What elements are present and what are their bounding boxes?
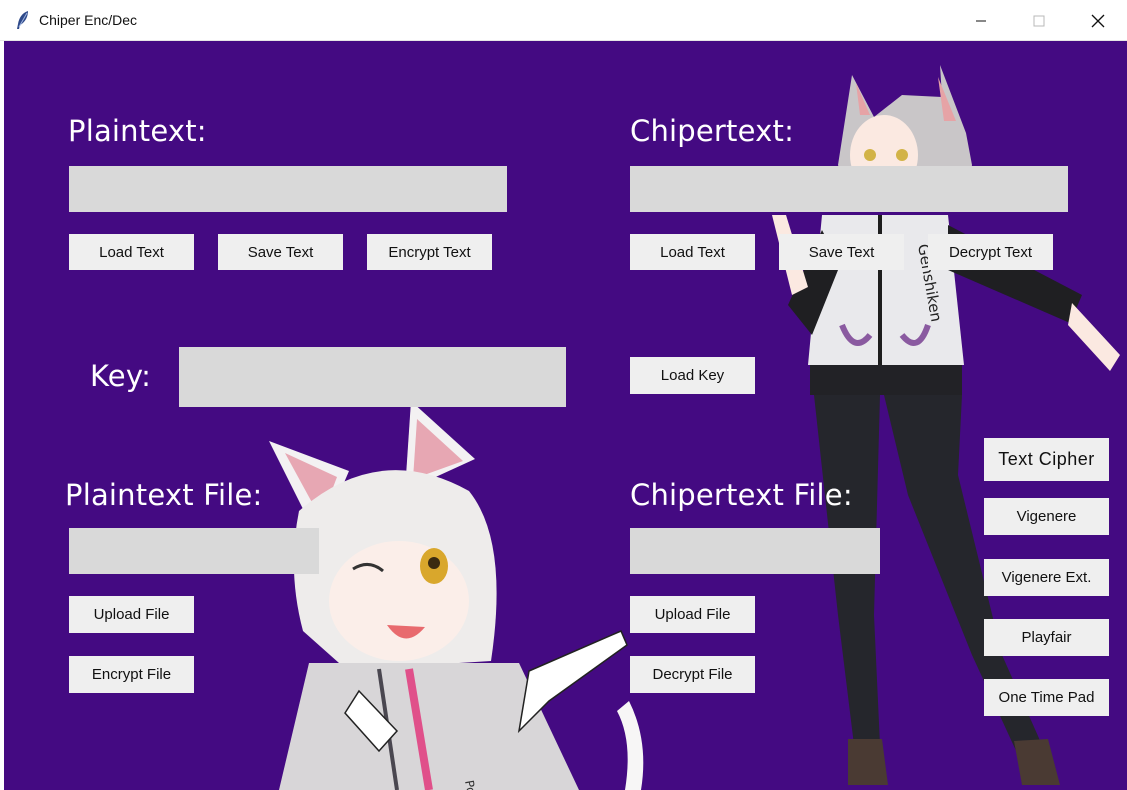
minimize-button[interactable] bbox=[952, 0, 1010, 41]
chipertext-label: Chipertext: bbox=[630, 114, 795, 148]
chipertext-file-label: Chipertext File: bbox=[630, 478, 853, 512]
one-time-pad-button[interactable]: One Time Pad bbox=[984, 679, 1109, 716]
plaintext-save-text-button[interactable]: Save Text bbox=[218, 234, 343, 270]
chipertext-input[interactable] bbox=[630, 166, 1068, 212]
plaintext-label: Plaintext: bbox=[68, 114, 207, 148]
text-cipher-button[interactable]: Text Cipher bbox=[984, 438, 1109, 481]
vigenere-ext-button[interactable]: Vigenere Ext. bbox=[984, 559, 1109, 596]
load-key-button[interactable]: Load Key bbox=[630, 357, 755, 394]
chipertext-load-text-button[interactable]: Load Text bbox=[630, 234, 755, 270]
vigenere-button[interactable]: Vigenere bbox=[984, 498, 1109, 535]
chipertext-file-input[interactable] bbox=[630, 528, 880, 574]
plaintext-file-label: Plaintext File: bbox=[65, 478, 263, 512]
main-panel: Genshiken Plaintext: Load Text Save Text… bbox=[4, 41, 1127, 790]
app-window: Chiper Enc/Dec Genshiken Plaintext: Load… bbox=[0, 0, 1127, 790]
upload-chipertext-file-button[interactable]: Upload File bbox=[630, 596, 755, 633]
playfair-button[interactable]: Playfair bbox=[984, 619, 1109, 656]
character-illustration-center: Pop bbox=[269, 401, 644, 790]
plaintext-input[interactable] bbox=[69, 166, 507, 212]
chipertext-save-text-button[interactable]: Save Text bbox=[779, 234, 904, 270]
title-bar[interactable]: Chiper Enc/Dec bbox=[0, 0, 1127, 41]
encrypt-text-button[interactable]: Encrypt Text bbox=[367, 234, 492, 270]
plaintext-load-text-button[interactable]: Load Text bbox=[69, 234, 194, 270]
encrypt-file-button[interactable]: Encrypt File bbox=[69, 656, 194, 693]
close-icon bbox=[1091, 14, 1105, 27]
maximize-button[interactable] bbox=[1010, 0, 1068, 41]
upload-plaintext-file-button[interactable]: Upload File bbox=[69, 596, 194, 633]
decrypt-text-button[interactable]: Decrypt Text bbox=[928, 234, 1053, 270]
key-label: Key: bbox=[90, 359, 152, 393]
window-title: Chiper Enc/Dec bbox=[39, 12, 138, 28]
close-button[interactable] bbox=[1069, 0, 1127, 41]
plaintext-file-input[interactable] bbox=[69, 528, 319, 574]
minimize-icon bbox=[976, 20, 986, 21]
maximize-icon bbox=[1033, 15, 1045, 26]
decrypt-file-button[interactable]: Decrypt File bbox=[630, 656, 755, 693]
hoodie-text: Pop bbox=[462, 779, 480, 790]
feather-icon bbox=[14, 10, 32, 30]
key-input[interactable] bbox=[179, 347, 566, 407]
